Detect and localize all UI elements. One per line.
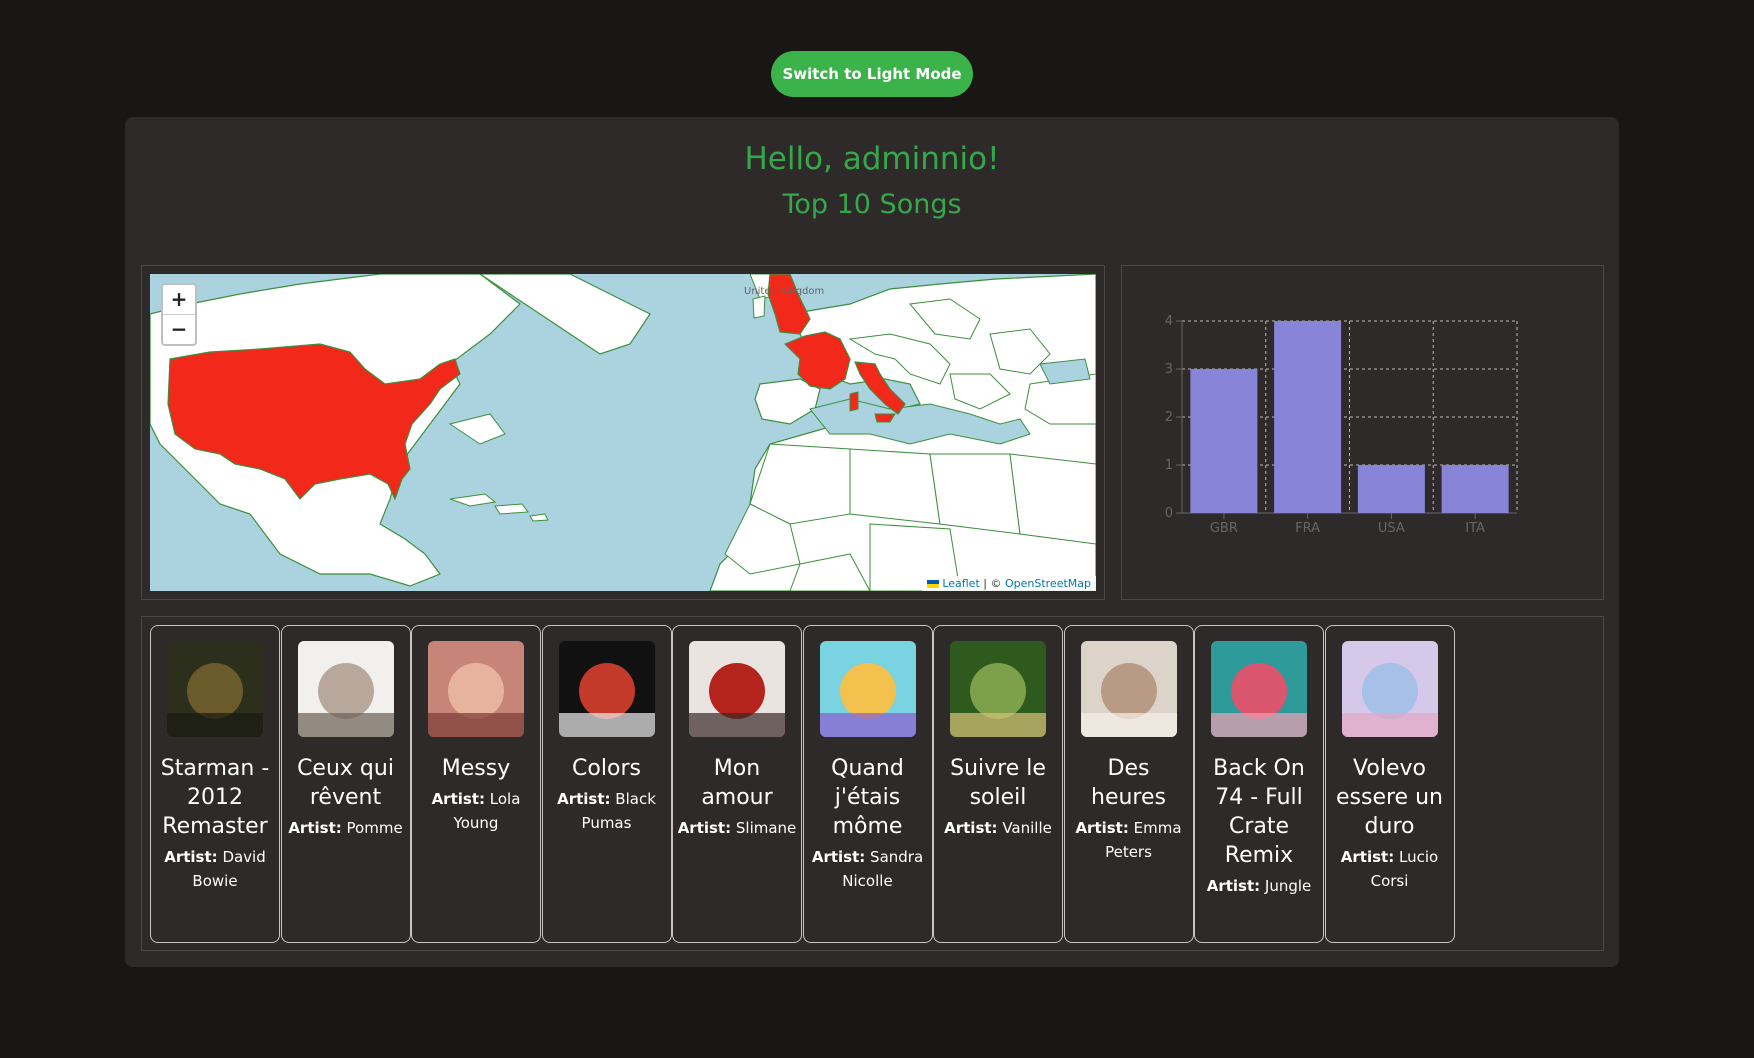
map-tiles [150,274,1096,591]
chart-container: 0 1 2 3 4 GBR FRA USA ITA [1121,265,1604,600]
album-cover-pomme-icon [297,641,394,737]
map-label-uk: United Kingdom [744,286,825,297]
song-card[interactable]: Messy Artist: Lola Young [411,625,541,943]
artist-name: Jungle [1264,877,1312,895]
y-tick-label: 4 [1165,314,1173,329]
song-card[interactable]: Suivre le soleil Artist: Vanille [933,625,1063,943]
song-card[interactable]: Back On 74 - Full Crate Remix Artist: Jun… [1194,625,1324,943]
bar-usa [1357,465,1425,513]
top-songs-heading: Top 10 Songs [782,189,962,220]
song-title-text: Volevo essere un duro [1336,756,1443,839]
song-card[interactable]: Des heures Artist: Emma Peters [1063,625,1194,943]
song-title-text: Back On 74 - Full Crate Remix [1213,756,1305,868]
song-title: Back On 74 - Full Crate Remix Artist: Jun… [1199,754,1319,898]
song-card[interactable]: Quand j'étais môme Artist: Sandra Nicolle [802,625,933,943]
y-tick-label: 2 [1165,410,1173,425]
album-cover-vanille-icon [950,641,1046,737]
artist-label: Artist: [1340,848,1395,866]
zoom-controls: + − [161,283,197,346]
artist-label: Artist: [1075,819,1129,837]
artist-label: Artist: [557,790,611,808]
map-container: United Kingdom + − Leaflet | © OpenStree… [141,265,1105,600]
song-card[interactable]: Mon amour Artist: Slimane [672,625,802,943]
artist-name: Vanille [1002,819,1052,837]
artist-label: Artist: [288,819,342,837]
x-tick-label: FRA [1295,521,1320,536]
song-card[interactable]: Volevo essere un duro Artist: Lucio Corsi [1324,625,1455,943]
x-tick-label: ITA [1465,521,1485,536]
dashboard-panel: Hello, adminnio! Top 10 Songs United Kin… [125,117,1619,967]
song-title: Des heures Artist: Emma Peters [1069,754,1189,864]
x-tick-label: GBR [1210,521,1238,536]
artist-label: Artist: [1206,877,1261,895]
bar-ita [1441,465,1509,513]
y-tick-label: 3 [1165,362,1173,377]
song-title: Suivre le soleil Artist: Vanille [938,754,1058,840]
song-artist: Artist: Sandra Nicolle [808,845,928,893]
world-map[interactable]: United Kingdom + − Leaflet | © OpenStree… [150,274,1096,591]
song-title-text: Mon amour [701,756,773,810]
song-title-text: Starman - 2012 Remaster [160,756,270,839]
map-attribution: Leaflet | © OpenStreetMap [921,576,1096,591]
song-artist: Artist: Slimane [677,816,797,840]
artist-label: Artist: [811,848,866,866]
greeting-heading: Hello, adminnio! [744,141,1000,177]
song-title: Mon amour Artist: Slimane [677,754,797,840]
artist-name: Slimane [735,819,797,837]
leaflet-link[interactable]: Leaflet [942,577,979,590]
song-artist: Artist: Pomme [286,816,406,840]
song-artist: Artist: Vanille [938,816,1058,840]
attribution-separator: | © [979,577,1005,590]
album-cover-slimane-icon [689,641,785,737]
artist-name: Pomme [346,819,403,837]
artist-label: Artist: [431,790,485,808]
song-card[interactable]: Ceux qui rêvent Artist: Pomme [280,625,411,943]
album-cover-starman-icon [167,641,263,737]
song-title: Quand j'étais môme Artist: Sandra Nicolle [808,754,928,893]
album-cover-messy-icon [428,641,524,737]
song-title-text: Messy [441,756,511,781]
song-title-text: Des heures [1091,756,1166,810]
song-title-text: Quand j'étais môme [831,756,904,839]
artist-label: Artist: [944,819,998,837]
song-card[interactable]: Colors Artist: Black Pumas [541,625,672,943]
zoom-out-button[interactable]: − [163,314,195,344]
song-title: Ceux qui rêvent Artist: Pomme [286,754,406,840]
song-title: Volevo essere un duro Artist: Lucio Corsi [1330,754,1450,893]
album-cover-black-pumas-icon [558,641,655,737]
album-cover-jungle-icon [1211,641,1307,737]
song-artist: Artist: David Bowie [155,845,275,893]
artist-label: Artist: [677,819,732,837]
bar-gbr [1190,369,1258,513]
song-artist: Artist: Lola Young [416,787,536,835]
songs-container: Starman - 2012 Remaster Artist: David Bow… [141,616,1604,951]
song-title-text: Ceux qui rêvent [297,756,394,810]
bar-fra [1274,321,1342,513]
country-bar-chart: 0 1 2 3 4 GBR FRA USA ITA [1165,314,1518,536]
song-title: Colors Artist: Black Pumas [547,754,667,835]
song-artist: Artist: Emma Peters [1069,816,1189,864]
song-card[interactable]: Starman - 2012 Remaster Artist: David Bow… [150,625,280,943]
ukraine-flag-icon [926,580,939,588]
song-artist: Artist: Black Pumas [547,787,667,835]
song-title-text: Colors [572,756,641,781]
y-tick-label: 1 [1165,458,1173,473]
theme-toggle-button[interactable]: Switch to Light Mode [771,51,973,97]
song-artist: Artist: Lucio Corsi [1330,845,1450,893]
album-cover-sandra-nicolle-icon [819,641,916,737]
song-title: Messy Artist: Lola Young [416,754,536,835]
song-title-text: Suivre le soleil [950,756,1046,810]
y-tick-label: 0 [1165,506,1173,521]
song-title: Starman - 2012 Remaster Artist: David Bow… [155,754,275,893]
album-cover-lucio-corsi-icon [1341,641,1438,737]
album-cover-emma-peters-icon [1080,641,1177,737]
openstreetmap-link[interactable]: OpenStreetMap [1005,577,1091,590]
song-artist: Artist: Jungle [1199,874,1319,898]
x-tick-label: USA [1378,521,1405,536]
artist-label: Artist: [164,848,218,866]
zoom-in-button[interactable]: + [163,285,195,314]
